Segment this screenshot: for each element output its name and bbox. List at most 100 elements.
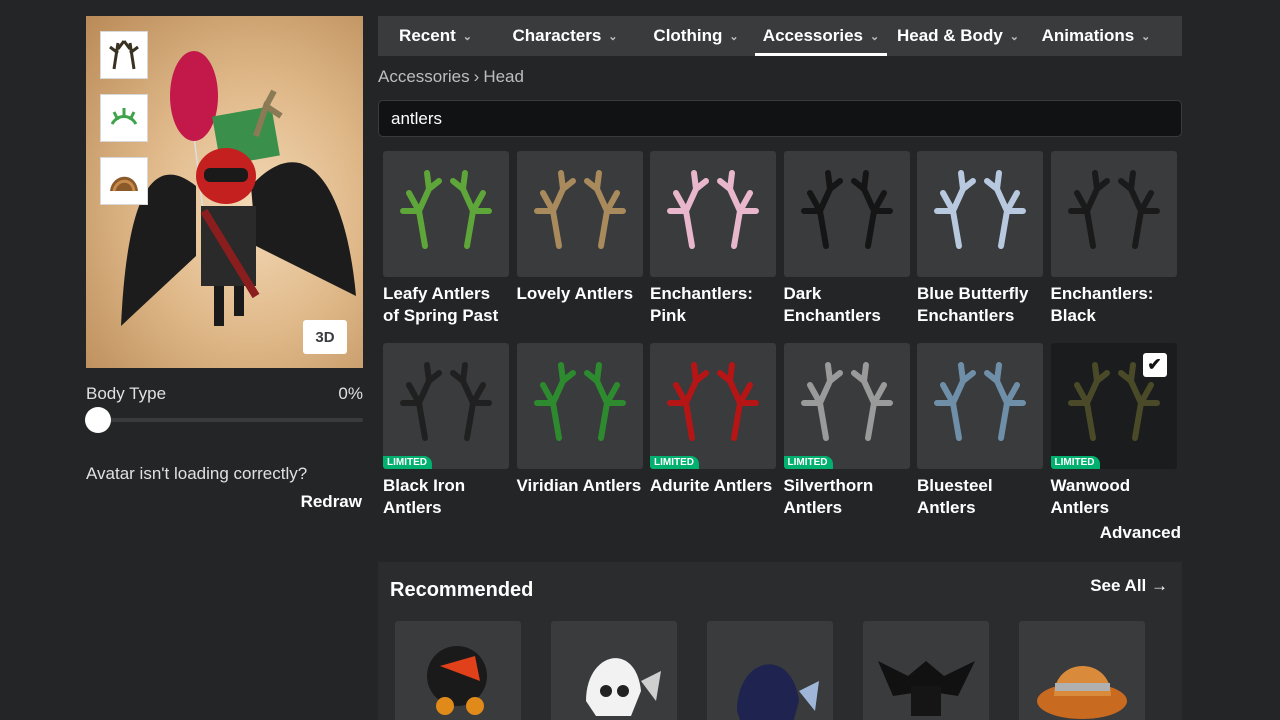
limited-badge: LIMITED xyxy=(383,456,432,469)
tab-animations[interactable]: Animations ⌄ xyxy=(1029,16,1163,56)
breadcrumb-head: Head xyxy=(483,67,524,86)
chevron-down-icon: ⌄ xyxy=(1141,30,1151,43)
chevron-down-icon: ⌄ xyxy=(462,30,472,43)
item-name[interactable]: Black Iron Antlers xyxy=(383,475,509,519)
item-name[interactable]: Silverthorn Antlers xyxy=(784,475,910,519)
chevron-down-icon: ⌄ xyxy=(608,30,618,43)
limited-badge: LIMITED xyxy=(783,456,833,469)
tab-label: Clothing xyxy=(653,26,723,45)
item-card[interactable]: LIMITED Black Iron Antlers xyxy=(383,343,509,519)
search-input[interactable]: antlers xyxy=(378,100,1182,137)
body-type-slider-track[interactable] xyxy=(98,418,363,422)
item-card[interactable]: Lovely Antlers xyxy=(516,151,643,327)
avatar-loading-message: Avatar isn't loading correctly? xyxy=(86,464,308,483)
tab-clothing[interactable]: Clothing ⌄ xyxy=(637,16,755,56)
item-thumbnail[interactable] xyxy=(516,343,643,469)
item-thumbnail[interactable]: LIMITED xyxy=(383,343,509,469)
item-name[interactable]: Blue Butterfly Enchantlers xyxy=(917,283,1043,327)
recommended-item[interactable] xyxy=(395,621,521,720)
item-card[interactable]: Leafy Antlers of Spring Past xyxy=(383,151,509,327)
item-card[interactable]: LIMITED ✔ Wanwood Antlers xyxy=(1050,343,1177,519)
item-thumbnail[interactable] xyxy=(650,151,776,277)
antler-icon xyxy=(533,362,626,441)
dominus-blue-icon xyxy=(737,664,819,720)
breadcrumb-separator: › xyxy=(473,67,480,86)
item-name[interactable]: Enchantlers: Black xyxy=(1051,283,1177,327)
item-card[interactable]: Dark Enchantlers xyxy=(783,151,910,327)
see-all-link[interactable]: See All → xyxy=(1090,576,1168,596)
recommended-item[interactable] xyxy=(707,621,833,720)
chevron-down-icon: ⌄ xyxy=(869,30,880,43)
breadcrumb: Accessories › Head xyxy=(378,67,524,87)
item-thumbnail[interactable] xyxy=(917,151,1043,277)
item-card[interactable]: Bluesteel Antlers xyxy=(917,343,1043,519)
tab-label: Head & Body xyxy=(896,26,1003,45)
tab-accessories[interactable]: Accessories ⌄ xyxy=(755,16,887,56)
recommended-item[interactable] xyxy=(1019,621,1145,720)
item-card[interactable]: LIMITED Adurite Antlers xyxy=(650,343,776,519)
item-card[interactable]: Blue Butterfly Enchantlers xyxy=(917,151,1043,327)
item-thumbnail[interactable]: LIMITED ✔ xyxy=(1050,343,1177,469)
item-thumbnail[interactable] xyxy=(783,151,910,277)
item-card[interactable]: Viridian Antlers xyxy=(516,343,643,519)
tab-recent[interactable]: Recent ⌄ xyxy=(378,16,493,56)
item-name[interactable]: Dark Enchantlers xyxy=(784,283,910,327)
redraw-link[interactable]: Redraw xyxy=(301,492,362,512)
checkmark-icon[interactable]: ✔ xyxy=(1142,353,1167,377)
item-name[interactable]: Viridian Antlers xyxy=(517,475,643,519)
view-3d-button[interactable]: 3D xyxy=(303,320,347,354)
category-tabs: Recent ⌄ Characters ⌄ Clothing ⌄ Accessories ⌄ H… xyxy=(378,16,1182,56)
antler-icon xyxy=(800,362,893,441)
tab-label: Characters xyxy=(512,26,602,45)
tab-label: Accessories xyxy=(762,26,863,45)
item-card[interactable]: LIMITED Silverthorn Antlers xyxy=(783,343,910,519)
chevron-down-icon: ⌄ xyxy=(1009,30,1019,43)
antler-icon xyxy=(934,170,1026,249)
antler-icon xyxy=(400,362,492,441)
limited-badge: LIMITED xyxy=(1050,456,1100,469)
antler-icon xyxy=(934,362,1026,441)
antler-icon xyxy=(1067,170,1160,249)
equipped-item-leaves[interactable] xyxy=(100,94,148,142)
advanced-link[interactable]: Advanced xyxy=(1100,523,1181,543)
hair-icon xyxy=(110,176,138,192)
recommended-title: Recommended xyxy=(390,579,534,601)
tab-label: Recent xyxy=(399,26,456,45)
item-name[interactable]: Lovely Antlers xyxy=(517,283,643,327)
recommended-section: Recommended See All → xyxy=(378,562,1182,720)
antler-icon xyxy=(400,170,492,249)
item-name[interactable]: Leafy Antlers of Spring Past xyxy=(383,283,509,327)
item-card[interactable]: Enchantlers: Pink xyxy=(650,151,776,327)
item-thumbnail[interactable] xyxy=(917,343,1043,469)
item-name[interactable]: Adurite Antlers xyxy=(650,475,776,519)
orange-fedora-icon xyxy=(1037,666,1127,719)
item-thumbnail[interactable] xyxy=(1050,151,1177,277)
item-name[interactable]: Enchantlers: Pink xyxy=(650,283,776,327)
body-type-slider-handle[interactable] xyxy=(85,407,111,433)
item-thumbnail[interactable] xyxy=(383,151,509,277)
equipped-item-hair[interactable] xyxy=(100,157,148,205)
item-card[interactable]: Enchantlers: Black xyxy=(1050,151,1177,327)
chevron-down-icon: ⌄ xyxy=(729,30,739,43)
body-type-row: Body Type 0% xyxy=(86,384,363,404)
recommended-item[interactable] xyxy=(863,621,989,720)
antler-icon xyxy=(667,170,759,249)
item-thumbnail[interactable]: LIMITED xyxy=(650,343,776,469)
body-type-label: Body Type xyxy=(86,384,167,403)
item-thumbnail[interactable]: LIMITED xyxy=(783,343,910,469)
bat-hat-icon xyxy=(878,661,975,716)
tab-characters[interactable]: Characters ⌄ xyxy=(493,16,637,56)
leaf-icon xyxy=(110,108,138,125)
tab-head-body[interactable]: Head & Body ⌄ xyxy=(887,16,1029,56)
body-type-value: 0% xyxy=(338,384,363,403)
tab-label: Animations xyxy=(1041,26,1135,45)
equipped-item-antlers[interactable] xyxy=(100,31,148,79)
antler-icon xyxy=(533,170,626,249)
antler-icon xyxy=(109,40,139,70)
item-thumbnail[interactable] xyxy=(516,151,643,277)
item-name[interactable]: Wanwood Antlers xyxy=(1051,475,1177,519)
item-name[interactable]: Bluesteel Antlers xyxy=(917,475,1043,519)
breadcrumb-accessories[interactable]: Accessories xyxy=(378,67,470,87)
recommended-item[interactable] xyxy=(551,621,677,720)
dominus-white-icon xyxy=(586,658,661,716)
